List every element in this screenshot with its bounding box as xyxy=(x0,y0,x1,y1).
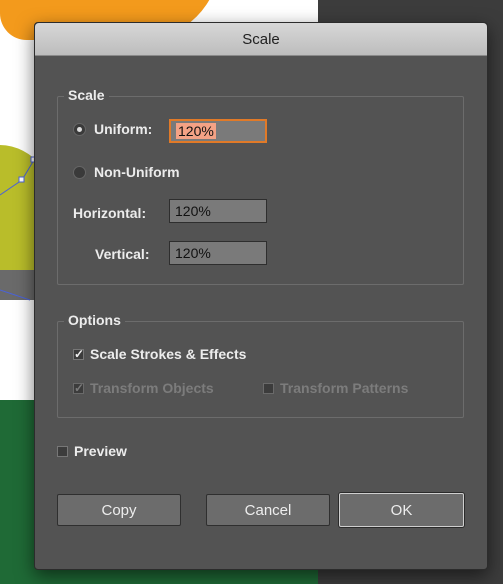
uniform-option[interactable]: Uniform: xyxy=(73,121,152,137)
preview-option[interactable]: Preview xyxy=(57,443,127,459)
cancel-button[interactable]: Cancel xyxy=(206,494,330,526)
horizontal-label: Horizontal: xyxy=(73,205,147,221)
scale-strokes-option[interactable]: ✓ Scale Strokes & Effects xyxy=(73,346,246,362)
ok-button[interactable]: OK xyxy=(339,493,464,527)
uniform-input[interactable]: 120% xyxy=(169,119,267,143)
non-uniform-label: Non-Uniform xyxy=(94,164,180,180)
dialog-title: Scale xyxy=(242,30,280,48)
options-group: Options xyxy=(57,312,464,418)
scale-group-legend: Scale xyxy=(64,87,109,103)
transform-objects-option: ✓ Transform Objects xyxy=(73,380,214,396)
non-uniform-option[interactable]: Non-Uniform xyxy=(73,164,180,180)
scale-strokes-label: Scale Strokes & Effects xyxy=(90,346,247,362)
dialog-titlebar[interactable]: Scale xyxy=(35,23,487,56)
scale-dialog: Scale Scale Uniform: 120% Non-Uniform Ho… xyxy=(34,22,488,570)
transform-patterns-label: Transform Patterns xyxy=(280,380,409,396)
uniform-label: Uniform: xyxy=(94,121,153,137)
preview-label: Preview xyxy=(74,443,127,459)
horizontal-input[interactable]: 120% xyxy=(169,199,267,223)
uniform-radio[interactable] xyxy=(73,122,86,136)
copy-button[interactable]: Copy xyxy=(57,494,181,526)
preview-checkbox[interactable] xyxy=(57,445,68,457)
vertical-input[interactable]: 120% xyxy=(169,241,267,265)
non-uniform-radio[interactable] xyxy=(73,165,86,179)
options-group-legend: Options xyxy=(64,312,125,328)
transform-patterns-checkbox xyxy=(263,382,274,394)
transform-objects-label: Transform Objects xyxy=(90,380,214,396)
transform-patterns-option: Transform Patterns xyxy=(263,380,408,396)
vertical-label: Vertical: xyxy=(95,246,150,262)
vertical-row: Vertical: xyxy=(95,246,149,262)
horizontal-row: Horizontal: xyxy=(73,205,146,221)
scale-strokes-checkbox[interactable]: ✓ xyxy=(73,348,84,360)
transform-objects-checkbox: ✓ xyxy=(73,382,84,394)
